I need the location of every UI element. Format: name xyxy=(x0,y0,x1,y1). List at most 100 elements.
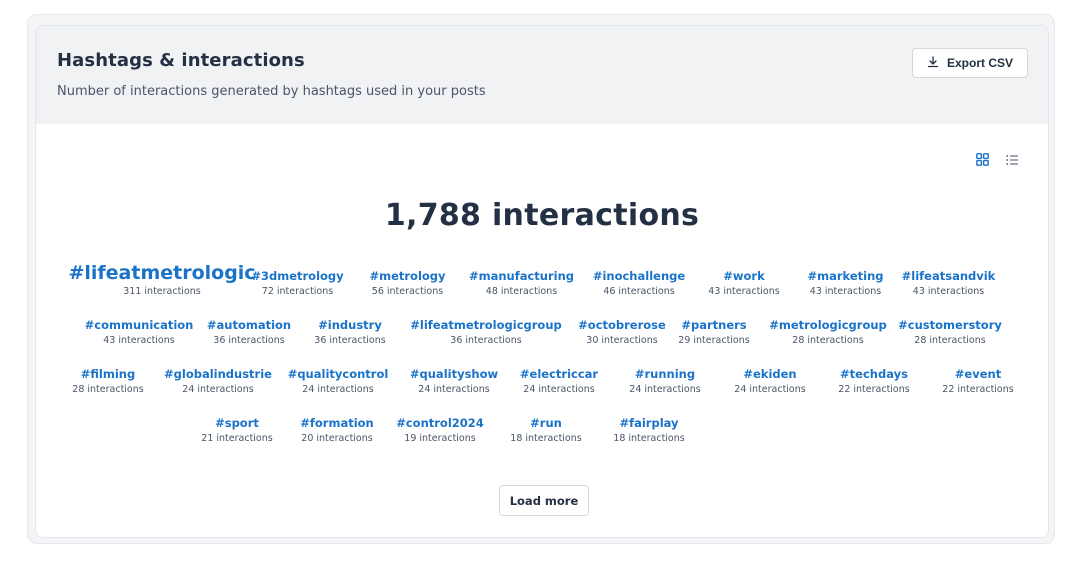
hashtag-name: #formation xyxy=(300,416,374,430)
hashtag-name: #techdays xyxy=(840,367,908,381)
hashtag-count: 18 interactions xyxy=(510,433,582,444)
hashtag-item[interactable]: #ekiden 24 interactions xyxy=(722,367,818,396)
hashtag-name: #customerstory xyxy=(898,318,1002,332)
hashtag-name: #inochallenge xyxy=(592,269,686,283)
hashtag-item[interactable]: #octobrerose 30 interactions xyxy=(574,318,670,347)
hashtag-count: 20 interactions xyxy=(301,433,373,444)
hashtag-count: 22 interactions xyxy=(942,384,1014,395)
hashtag-item[interactable]: #3dmetrology 72 interactions xyxy=(240,269,356,298)
hashtag-count: 24 interactions xyxy=(418,384,490,395)
hashtags-card: Hashtags & interactions Number of intera… xyxy=(35,25,1049,538)
hashtag-count: 19 interactions xyxy=(404,433,476,444)
hashtag-name: #lifeatsandvik xyxy=(901,269,996,283)
hashtag-name: #event xyxy=(954,367,1002,381)
hashtag-name: #marketing xyxy=(807,269,884,283)
hashtag-count: 24 interactions xyxy=(629,384,701,395)
hashtag-count: 36 interactions xyxy=(314,335,386,346)
card-subtitle: Number of interactions generated by hash… xyxy=(57,84,486,99)
total-interactions: 1,788 interactions xyxy=(384,198,700,233)
hashtag-item[interactable]: #formation 20 interactions xyxy=(287,416,387,445)
hashtag-count: 24 interactions xyxy=(734,384,806,395)
hashtag-count: 28 interactions xyxy=(914,335,986,346)
hashtag-name: #communication xyxy=(84,318,194,332)
hashtag-count: 43 interactions xyxy=(912,286,985,297)
hashtag-count: 36 interactions xyxy=(450,335,522,346)
hashtag-name: #running xyxy=(634,367,696,381)
hashtag-item[interactable]: #communication 43 interactions xyxy=(82,318,196,347)
hashtag-name: #ekiden xyxy=(743,367,797,381)
hashtag-count: 56 interactions xyxy=(371,286,444,297)
hashtag-item[interactable]: #metrology 56 interactions xyxy=(356,269,460,298)
hashtag-count: 29 interactions xyxy=(678,335,750,346)
hashtag-row: #filming 28 interactions #globalindustri… xyxy=(36,347,1048,396)
hashtag-item[interactable]: #techdays 22 interactions xyxy=(818,367,930,396)
hashtag-name: #manufacturing xyxy=(468,269,575,283)
hashtag-count: 48 interactions xyxy=(485,286,558,297)
hashtag-count: 43 interactions xyxy=(708,286,780,297)
hashtag-count: 43 interactions xyxy=(809,286,882,297)
hashtag-item[interactable]: #filming 28 interactions xyxy=(58,367,158,396)
hashtag-count: 24 interactions xyxy=(302,384,374,395)
hashtag-item[interactable]: #sport 21 interactions xyxy=(187,416,287,445)
hashtag-count: 311 interactions xyxy=(123,286,201,297)
hashtag-row: #communication 43 interactions #automati… xyxy=(36,298,1048,347)
hashtag-item[interactable]: #qualitycontrol 24 interactions xyxy=(278,367,398,396)
grid-view-icon xyxy=(975,151,989,170)
hashtag-item[interactable]: #industry 36 interactions xyxy=(302,318,398,347)
hashtag-name: #industry xyxy=(318,318,382,332)
hashtag-name: #3dmetrology xyxy=(251,269,344,283)
hashtag-item[interactable]: #metrologicgroup 28 interactions xyxy=(758,318,898,347)
hashtag-item[interactable]: #partners 29 interactions xyxy=(670,318,758,347)
hashtag-item[interactable]: #manufacturing 48 interactions xyxy=(460,269,584,298)
hashtag-item[interactable]: #fairplay 18 interactions xyxy=(599,416,699,445)
hashtag-item[interactable]: #work 43 interactions xyxy=(695,269,794,298)
hashtag-item[interactable]: #inochallenge 46 interactions xyxy=(584,269,695,298)
hashtag-name: #qualitycontrol xyxy=(287,367,389,381)
grid-view-button[interactable] xyxy=(974,152,990,168)
hashtag-item[interactable]: #event 22 interactions xyxy=(930,367,1026,396)
hashtag-item[interactable]: #marketing 43 interactions xyxy=(794,269,898,298)
hashtag-name: #work xyxy=(723,269,765,283)
hashtag-item[interactable]: #lifeatmetrologicgroup 36 interactions xyxy=(398,318,574,347)
hashtag-item[interactable]: #run 18 interactions xyxy=(493,416,599,445)
hashtag-count: 18 interactions xyxy=(613,433,685,444)
hashtag-count: 30 interactions xyxy=(586,335,658,346)
card-header: Hashtags & interactions Number of intera… xyxy=(36,26,1048,124)
hashtag-name: #qualityshow xyxy=(409,367,499,381)
hashtag-name: #partners xyxy=(681,318,747,332)
list-view-button[interactable] xyxy=(1004,152,1020,168)
hashtag-name: #lifeatmetrologic xyxy=(68,262,256,284)
hashtag-item[interactable]: #lifeatmetrologic 311 interactions xyxy=(68,262,255,298)
hashtag-item[interactable]: #globalindustrie 24 interactions xyxy=(158,367,278,396)
hashtag-name: #metrology xyxy=(369,269,446,283)
hashtag-name: #control2024 xyxy=(396,416,484,430)
list-view-icon xyxy=(1005,151,1019,170)
hashtag-item[interactable]: #control2024 19 interactions xyxy=(387,416,493,445)
hashtag-count: 36 interactions xyxy=(213,335,285,346)
hashtag-item[interactable]: #customerstory 28 interactions xyxy=(898,318,1002,347)
hashtag-count: 46 interactions xyxy=(603,286,675,297)
hashtag-item[interactable]: #automation 36 interactions xyxy=(196,318,302,347)
hashtag-count: 24 interactions xyxy=(523,384,595,395)
hashtag-name: #run xyxy=(530,416,562,430)
hashtag-count: 21 interactions xyxy=(201,433,273,444)
hashtag-item[interactable]: #lifeatsandvik 43 interactions xyxy=(898,269,1000,298)
hashtag-row: #lifeatmetrologic 311 interactions #3dme… xyxy=(36,262,1048,298)
export-csv-button[interactable]: Export CSV xyxy=(911,48,1028,78)
load-more-button[interactable]: Load more xyxy=(499,485,589,516)
hashtag-row: #sport 21 interactions #formation 20 int… xyxy=(36,396,1048,445)
hashtag-item[interactable]: #qualityshow 24 interactions xyxy=(398,367,510,396)
hashtag-name: #lifeatmetrologicgroup xyxy=(410,318,562,332)
hashtag-count: 22 interactions xyxy=(838,384,910,395)
card-title: Hashtags & interactions xyxy=(57,50,305,71)
hashtag-name: #fairplay xyxy=(619,416,679,430)
hashtag-name: #electriccar xyxy=(519,367,599,381)
hashtag-name: #filming xyxy=(80,367,136,381)
hashtag-item[interactable]: #electriccar 24 interactions xyxy=(510,367,608,396)
hashtag-cloud: #lifeatmetrologic 311 interactions #3dme… xyxy=(36,262,1048,445)
download-icon xyxy=(927,55,939,71)
hashtag-item[interactable]: #running 24 interactions xyxy=(608,367,722,396)
hashtag-name: #metrologicgroup xyxy=(769,318,887,332)
hashtag-name: #octobrerose xyxy=(578,318,666,332)
hashtag-name: #sport xyxy=(215,416,259,430)
